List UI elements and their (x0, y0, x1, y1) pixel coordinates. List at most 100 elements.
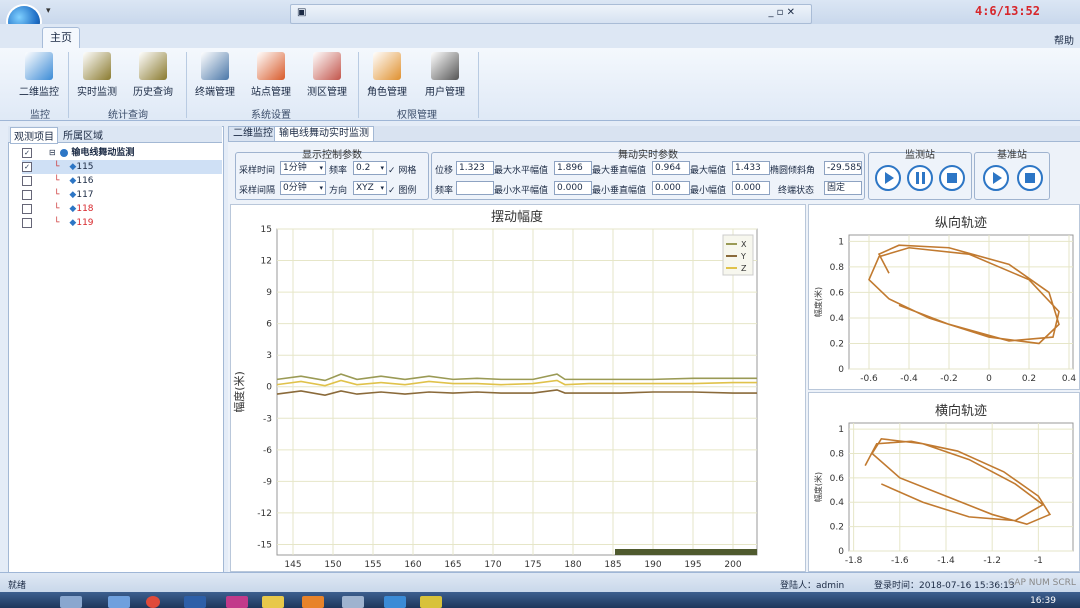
base-station-title: 基准站 (997, 150, 1027, 161)
ribbon-button-0[interactable]: 二维监控 (12, 52, 66, 98)
rt-freq-value (456, 181, 494, 195)
direction-select[interactable]: XYZ ▾ (353, 181, 387, 195)
tree-item[interactable]: └ ◆116 (22, 174, 222, 188)
taskbar-app-icon[interactable] (302, 596, 324, 608)
ribbon-button-2[interactable]: 历史查询 (126, 52, 180, 98)
base-play-button[interactable] (983, 165, 1009, 191)
taskbar-app-icon[interactable] (184, 596, 206, 608)
chart-title: 摆动幅度 (491, 209, 543, 225)
min-h-amp-label: 最小水平幅值 (494, 186, 549, 196)
ribbon-button-label: 站点管理 (251, 87, 291, 98)
base-stop-button[interactable] (1017, 165, 1043, 191)
station-pause-button[interactable] (907, 165, 933, 191)
tab-2d-monitor[interactable]: 二维监控 (228, 126, 278, 141)
x-tick-label: -1 (1034, 556, 1043, 566)
tree-item[interactable]: └ ◆119 (22, 216, 222, 230)
tab-realtime-monitor[interactable]: 输电线舞动实时监测 (274, 126, 374, 141)
taskbar-app-icon[interactable] (226, 596, 248, 608)
legend-checkbox[interactable]: ✓ 图例 (388, 183, 416, 196)
tree-item-checkbox[interactable] (22, 189, 32, 200)
tab-home[interactable]: 主页 (42, 27, 80, 49)
x-tick-label: -0.4 (900, 374, 918, 384)
tree-item-checkbox[interactable] (22, 217, 32, 228)
taskbar-app-icon[interactable] (108, 596, 130, 608)
y-tick-label: 0.2 (830, 339, 844, 349)
transverse-track-chart: 横向轨迹 -1.8 -1.6 -1.4 -1.2 -1 1 0.8 0.6 0.4 0.2 0 幅度(米… (808, 392, 1080, 572)
ribbon-button-5[interactable]: 测区管理 (300, 52, 354, 98)
window-controls[interactable]: _ ▫ ✕ (768, 7, 795, 18)
tree-item-label: 119 (76, 218, 94, 228)
freq-label: 频率 (329, 166, 348, 176)
swing-amplitude-chart: 摆动幅度 145 150 155 160 165 170 175 180 185 190 195 200… (230, 204, 806, 572)
chart-scrollbar (615, 549, 757, 555)
x-tick-label: 145 (284, 560, 301, 570)
tree-root-checkbox[interactable]: ✓ (22, 147, 32, 158)
ribbon-button-6[interactable]: 角色管理 (360, 52, 414, 98)
x-tick-label: -1.6 (891, 556, 909, 566)
tree-root[interactable]: ✓ ⊟ 输电线舞动监测 (22, 146, 222, 160)
tree-item-label: 115 (76, 162, 94, 172)
y-tick-label: -9 (263, 477, 272, 487)
x-tick-label: 0.4 (1062, 374, 1077, 384)
tree-item[interactable]: └ ◆118 (22, 202, 222, 216)
tree-item[interactable]: └ ◆117 (22, 188, 222, 202)
group-label-settings: 系统设置 (251, 110, 291, 121)
x-tick-label: 190 (644, 560, 661, 570)
x-tick-label: 185 (604, 560, 621, 570)
taskbar-app-icon[interactable] (60, 596, 82, 608)
help-menu[interactable]: 帮助 (1054, 32, 1074, 47)
freq-select[interactable]: 0.2 ▾ (353, 161, 387, 175)
tree-item-checkbox[interactable]: ✓ (22, 161, 32, 172)
tab-projects[interactable]: 观测项目 (10, 127, 58, 144)
chevron-down-icon: ▾ (380, 164, 384, 172)
stop-icon (947, 173, 957, 183)
y-axis-label: 幅度(米) (232, 371, 246, 413)
user-icon (431, 52, 459, 80)
tree-item-checkbox[interactable] (22, 175, 32, 186)
y-tick-label: 3 (266, 351, 272, 361)
y-tick-label: 0.6 (830, 288, 845, 298)
taskbar (0, 592, 1080, 608)
chevron-down-icon: ▾ (319, 184, 323, 192)
tree-item[interactable]: ✓ └ ◆115 (22, 160, 222, 174)
realtime-params-panel: 舞动实时参数 位移 1.323 最大水平幅值 1.896 最大垂直幅值 0.96… (431, 150, 865, 200)
sample-time-label: 采样时间 (239, 166, 276, 176)
legend-label: Y (740, 252, 746, 261)
sample-time-select[interactable]: 1分钟 ▾ (280, 161, 326, 175)
ribbon-button-4[interactable]: 站点管理 (244, 52, 298, 98)
ribbon-button-label: 用户管理 (425, 87, 465, 98)
y-tick-label: 0.2 (830, 523, 844, 533)
quick-access-toolbar[interactable]: ▾ (46, 6, 51, 16)
status-bar: 就绪 登陆人：admin 登录时间：2018-07-16 15:36:13 CA… (0, 572, 1080, 593)
expand-toggle-icon[interactable]: ⊟ (49, 148, 56, 157)
taskbar-app-icon[interactable] (420, 596, 442, 608)
taskbar-folder-icon[interactable] (262, 596, 284, 608)
window-caption-area: ▣ _ ▫ ✕ (290, 4, 812, 24)
disp-value: 1.323 (456, 161, 494, 175)
ribbon-button-7[interactable]: 用户管理 (418, 52, 472, 98)
station-stop-button[interactable] (939, 165, 965, 191)
max-v-amp-label: 最大垂直幅值 (592, 166, 647, 176)
ribbon-button-3[interactable]: 终端管理 (188, 52, 242, 98)
tree-item-checkbox[interactable] (22, 203, 32, 214)
taskbar-browser-icon[interactable] (146, 596, 160, 608)
max-h-amp-value: 1.896 (554, 161, 592, 175)
min-v-amp-label: 最小垂直幅值 (592, 186, 647, 196)
sample-interval-select[interactable]: 0分钟 ▾ (280, 181, 326, 195)
taskbar-app-icon[interactable] (384, 596, 406, 608)
tree-connector: └ (54, 204, 60, 214)
status-login-time: 登录时间：2018-07-16 15:36:13 (874, 581, 1015, 591)
x-tick-label: 160 (404, 560, 421, 570)
main-tabs: 二维监控 输电线舞动实时监测 (228, 126, 1080, 142)
grid-checkbox[interactable]: ✓ 网格 (388, 163, 416, 176)
stop-icon (1025, 173, 1035, 183)
terminal-status-value: 固定 (824, 181, 862, 195)
ribbon-button-1[interactable]: 实时监测 (70, 52, 124, 98)
home-icon (257, 52, 285, 80)
tower-icon (83, 52, 111, 80)
y-tick-label: 0.8 (830, 263, 845, 273)
station-play-button[interactable] (875, 165, 901, 191)
tab-regions[interactable]: 所属区域 (60, 127, 106, 142)
taskbar-app-icon[interactable] (342, 596, 364, 608)
x-tick-label: 165 (444, 560, 461, 570)
